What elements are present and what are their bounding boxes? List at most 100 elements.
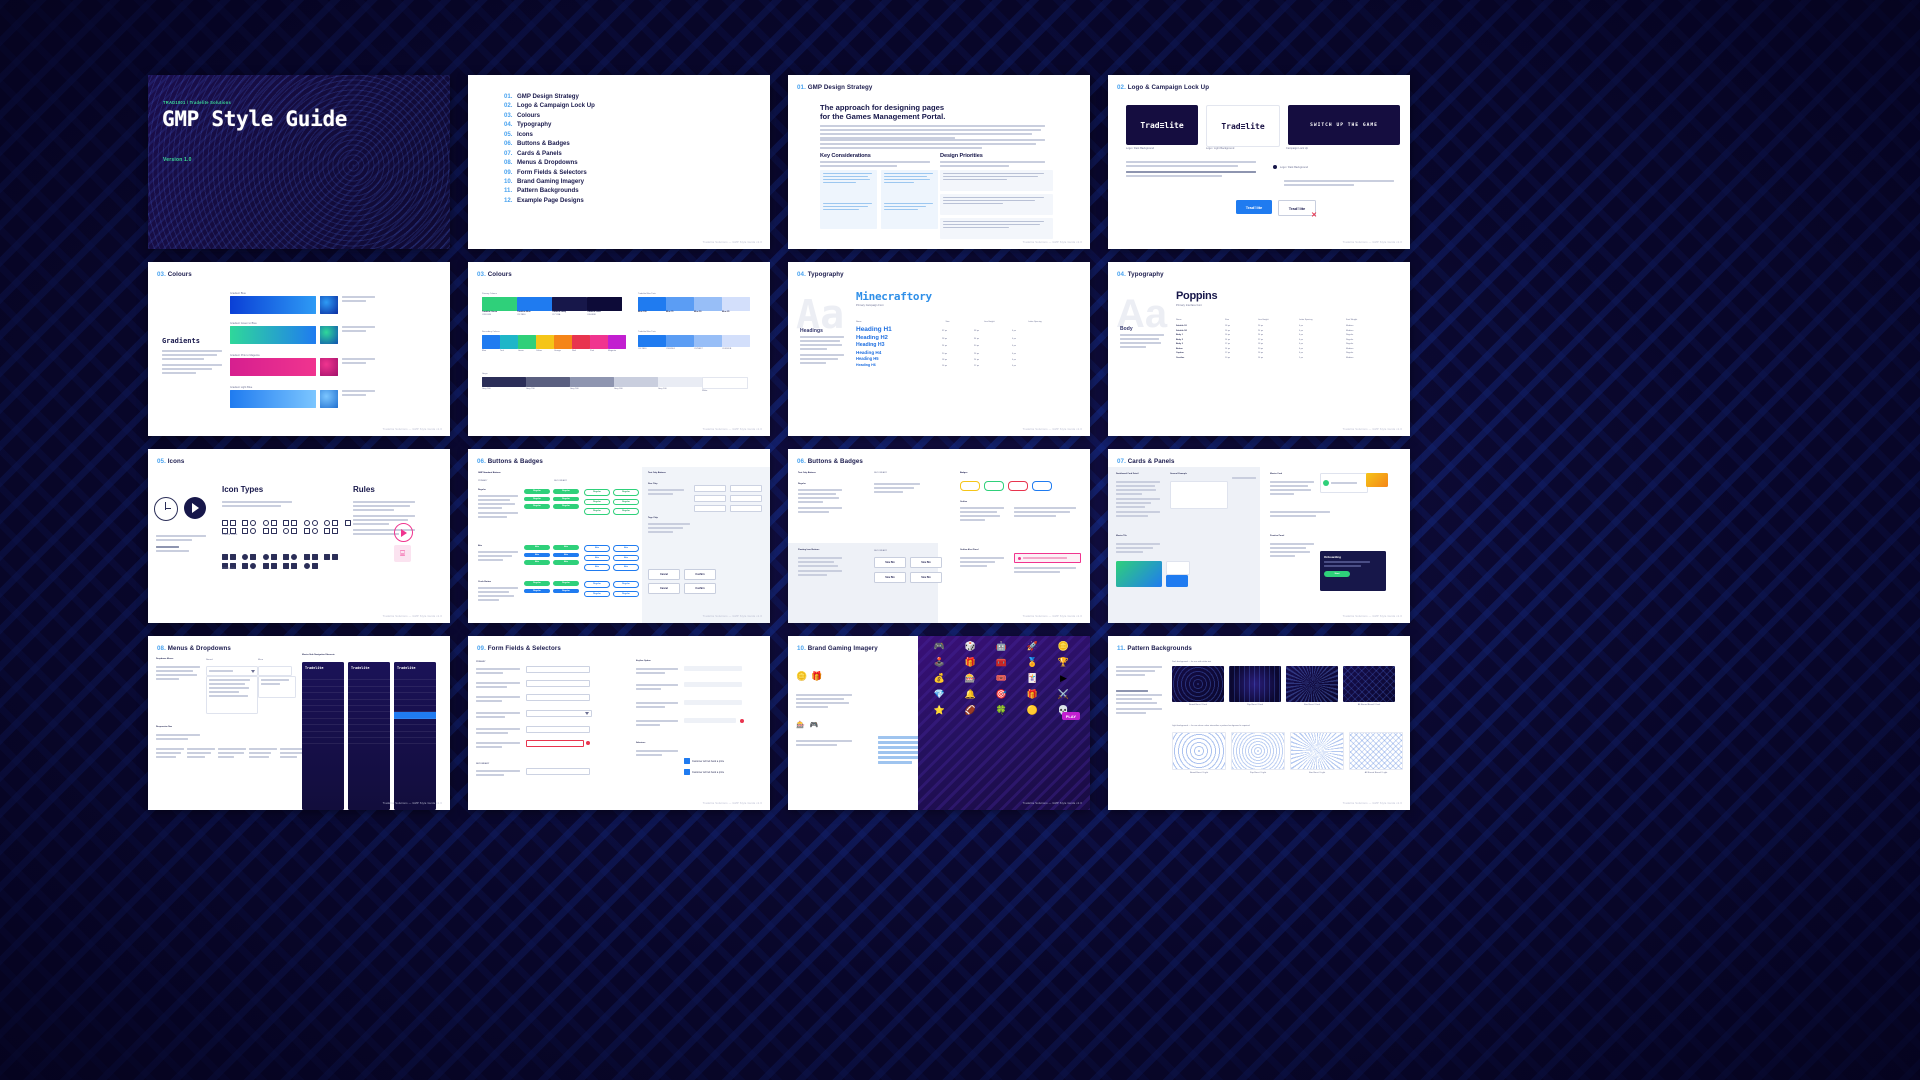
- slide-form-fields-selectors[interactable]: 09. Form Fields & Selectors PRIMARY SECO…: [468, 636, 770, 810]
- list-item[interactable]: 11. Pattern Backgrounds: [504, 187, 595, 194]
- list-item[interactable]: 08. Menus & Dropdowns: [504, 159, 595, 166]
- primary-button[interactable]: Regular: [553, 489, 579, 494]
- grid-icon[interactable]: [242, 528, 249, 534]
- cancel-button[interactable]: Cancel: [648, 569, 680, 580]
- confirm-button[interactable]: Confirm: [684, 569, 716, 580]
- floating-button[interactable]: Size Btn: [874, 557, 906, 568]
- secondary-button[interactable]: Altn: [613, 564, 639, 571]
- size-input[interactable]: [730, 485, 762, 492]
- slide-logo-campaign-lockup[interactable]: 02. Logo & Campaign Lock Up Trad≡lite Tr…: [1108, 75, 1410, 249]
- swatch[interactable]: Magenta: [608, 335, 626, 352]
- consideration-card[interactable]: [881, 170, 938, 201]
- save-icon-example[interactable]: ⌸: [394, 545, 411, 562]
- list-item[interactable]: 10. Brand Gaming Imagery: [504, 178, 595, 185]
- primary-button[interactable]: Regular: [524, 489, 550, 494]
- field-input[interactable]: [526, 666, 590, 673]
- primary-button[interactable]: Regular: [524, 504, 550, 509]
- general-example-card[interactable]: [1170, 481, 1228, 509]
- pattern-tile[interactable]: Star Burst / Dark: [1286, 666, 1338, 706]
- alert-panel[interactable]: [1014, 553, 1081, 563]
- priority-card[interactable]: [940, 194, 1053, 215]
- swatch[interactable]: Blue 50: [694, 297, 722, 313]
- slide-table-of-contents[interactable]: 01. GMP Design Strategy 02. Logo & Campaig…: [468, 75, 770, 249]
- filter-icon[interactable]: [291, 563, 298, 569]
- swatch[interactable]: Blue 100: [638, 297, 666, 313]
- checkbox-row[interactable]: Customer will not book a prize: [684, 758, 724, 764]
- secondary-button[interactable]: Regular: [584, 508, 610, 515]
- badge[interactable]: [1032, 481, 1052, 491]
- list-item[interactable]: 06. Buttons & Badges: [504, 140, 595, 147]
- field-input[interactable]: [526, 680, 590, 687]
- circle-button[interactable]: Regular: [584, 590, 610, 598]
- tile-thumb-active[interactable]: [1166, 575, 1188, 587]
- slide-colours-gradients[interactable]: 03. Colours Gradients Gradient Blue Grad…: [148, 262, 450, 436]
- badge[interactable]: [960, 481, 980, 491]
- slide-menus-dropdowns[interactable]: 08. Menus & Dropdowns Dropdown Menus Nor…: [148, 636, 450, 810]
- floating-button[interactable]: Size Btn: [874, 572, 906, 583]
- slide-typography-display[interactable]: 04. Typography Aa Minecraftory Primary C…: [788, 262, 1090, 436]
- master-card-row[interactable]: [1320, 473, 1368, 493]
- circle-button[interactable]: Regular: [524, 588, 550, 594]
- circle-button[interactable]: Regular: [584, 581, 610, 588]
- master-card-thumb[interactable]: [1366, 473, 1388, 487]
- checkbox-icon[interactable]: [684, 769, 690, 775]
- tile-thumb[interactable]: [1166, 561, 1190, 575]
- secondary-button[interactable]: Altn: [584, 545, 610, 552]
- swatch[interactable]: #D3DFFB: [722, 335, 750, 350]
- field-input-error[interactable]: [526, 740, 584, 747]
- secondary-button[interactable]: Regular: [613, 489, 639, 496]
- slide-buttons-badges-b[interactable]: 06. Buttons & Badges Text Only Buttons S…: [788, 449, 1090, 623]
- swatch[interactable]: Blue 25: [722, 297, 750, 313]
- list-item[interactable]: 05. Icons: [504, 131, 595, 138]
- slide-icons[interactable]: 05. Icons Icon Types Outline Icons Solid…: [148, 449, 450, 623]
- pattern-tile[interactable]: All Round Brand / Light: [1349, 732, 1403, 774]
- field-input[interactable]: [526, 694, 590, 701]
- gradient-swatch[interactable]: [230, 296, 316, 314]
- checkbox-icon[interactable]: [684, 758, 690, 764]
- swatch[interactable]: Tradelite Green #2FD07A: [482, 297, 517, 316]
- nav-col[interactable]: [156, 748, 184, 760]
- size-input[interactable]: [730, 505, 762, 512]
- slide-colours-palette[interactable]: 03. Colours Primary Colours Tradelite Gr…: [468, 262, 770, 436]
- secondary-button[interactable]: Altn: [613, 554, 639, 562]
- pattern-tile[interactable]: Pop Burst / Dark: [1229, 666, 1281, 706]
- swatch[interactable]: Grey 500: [570, 377, 614, 392]
- secondary-button[interactable]: Regular: [613, 508, 639, 515]
- side-nav-variant-3[interactable]: Trad≡lite: [394, 662, 436, 810]
- gradient-swatch[interactable]: [230, 326, 316, 344]
- nav-col[interactable]: [218, 748, 246, 760]
- check-icon[interactable]: [283, 528, 290, 534]
- slide-brand-gaming-imagery[interactable]: 10. Brand Gaming Imagery 🪙 🎁 🎰 🎮 🎮 🎲 🤖 🚀…: [788, 636, 1090, 810]
- logo-button-secondary[interactable]: Trad≡lite ✕: [1278, 200, 1317, 219]
- swatch[interactable]: Red: [572, 335, 590, 352]
- badge[interactable]: [984, 481, 1004, 491]
- badge[interactable]: [1008, 481, 1028, 491]
- swatch[interactable]: Grey 900: [482, 377, 526, 392]
- consideration-card[interactable]: [881, 200, 938, 229]
- primary-button[interactable]: Regular: [553, 504, 579, 509]
- primary-button[interactable]: Altn: [524, 545, 550, 550]
- size-input[interactable]: [694, 485, 726, 492]
- onboarding-panel[interactable]: Onboarding Start: [1320, 551, 1386, 591]
- star-icon[interactable]: [324, 528, 331, 534]
- slide-cards-panels[interactable]: 07. Cards & Panels Dashboard Card Detail…: [1108, 449, 1410, 623]
- side-nav-variant-1[interactable]: Trad≡lite: [302, 662, 344, 810]
- nav-col[interactable]: [187, 748, 215, 760]
- gift-icon[interactable]: [324, 554, 331, 560]
- checkbox-row[interactable]: Customer will not book a prize: [684, 769, 724, 775]
- secondary-button[interactable]: Regular: [584, 498, 610, 506]
- slide-gmp-design-strategy[interactable]: 01. GMP Design Strategy The approach for…: [788, 75, 1090, 249]
- swatch[interactable]: Blue 75: [666, 297, 694, 313]
- pattern-tile[interactable]: Brand Burst / Light: [1172, 732, 1226, 774]
- floating-button[interactable]: Size Btn: [910, 557, 942, 568]
- primary-button[interactable]: Altn: [553, 560, 579, 565]
- field-input[interactable]: [526, 768, 590, 775]
- dropdown-menu[interactable]: [206, 676, 258, 714]
- gradient-ball-swatch[interactable]: [320, 390, 338, 408]
- master-tile-image[interactable]: [1116, 561, 1162, 587]
- select-input[interactable]: [526, 710, 592, 717]
- size-input[interactable]: [694, 505, 726, 512]
- swatch[interactable]: White: [702, 377, 748, 392]
- micro-dropdown-menu[interactable]: [258, 676, 296, 698]
- bell-icon[interactable]: [311, 528, 318, 534]
